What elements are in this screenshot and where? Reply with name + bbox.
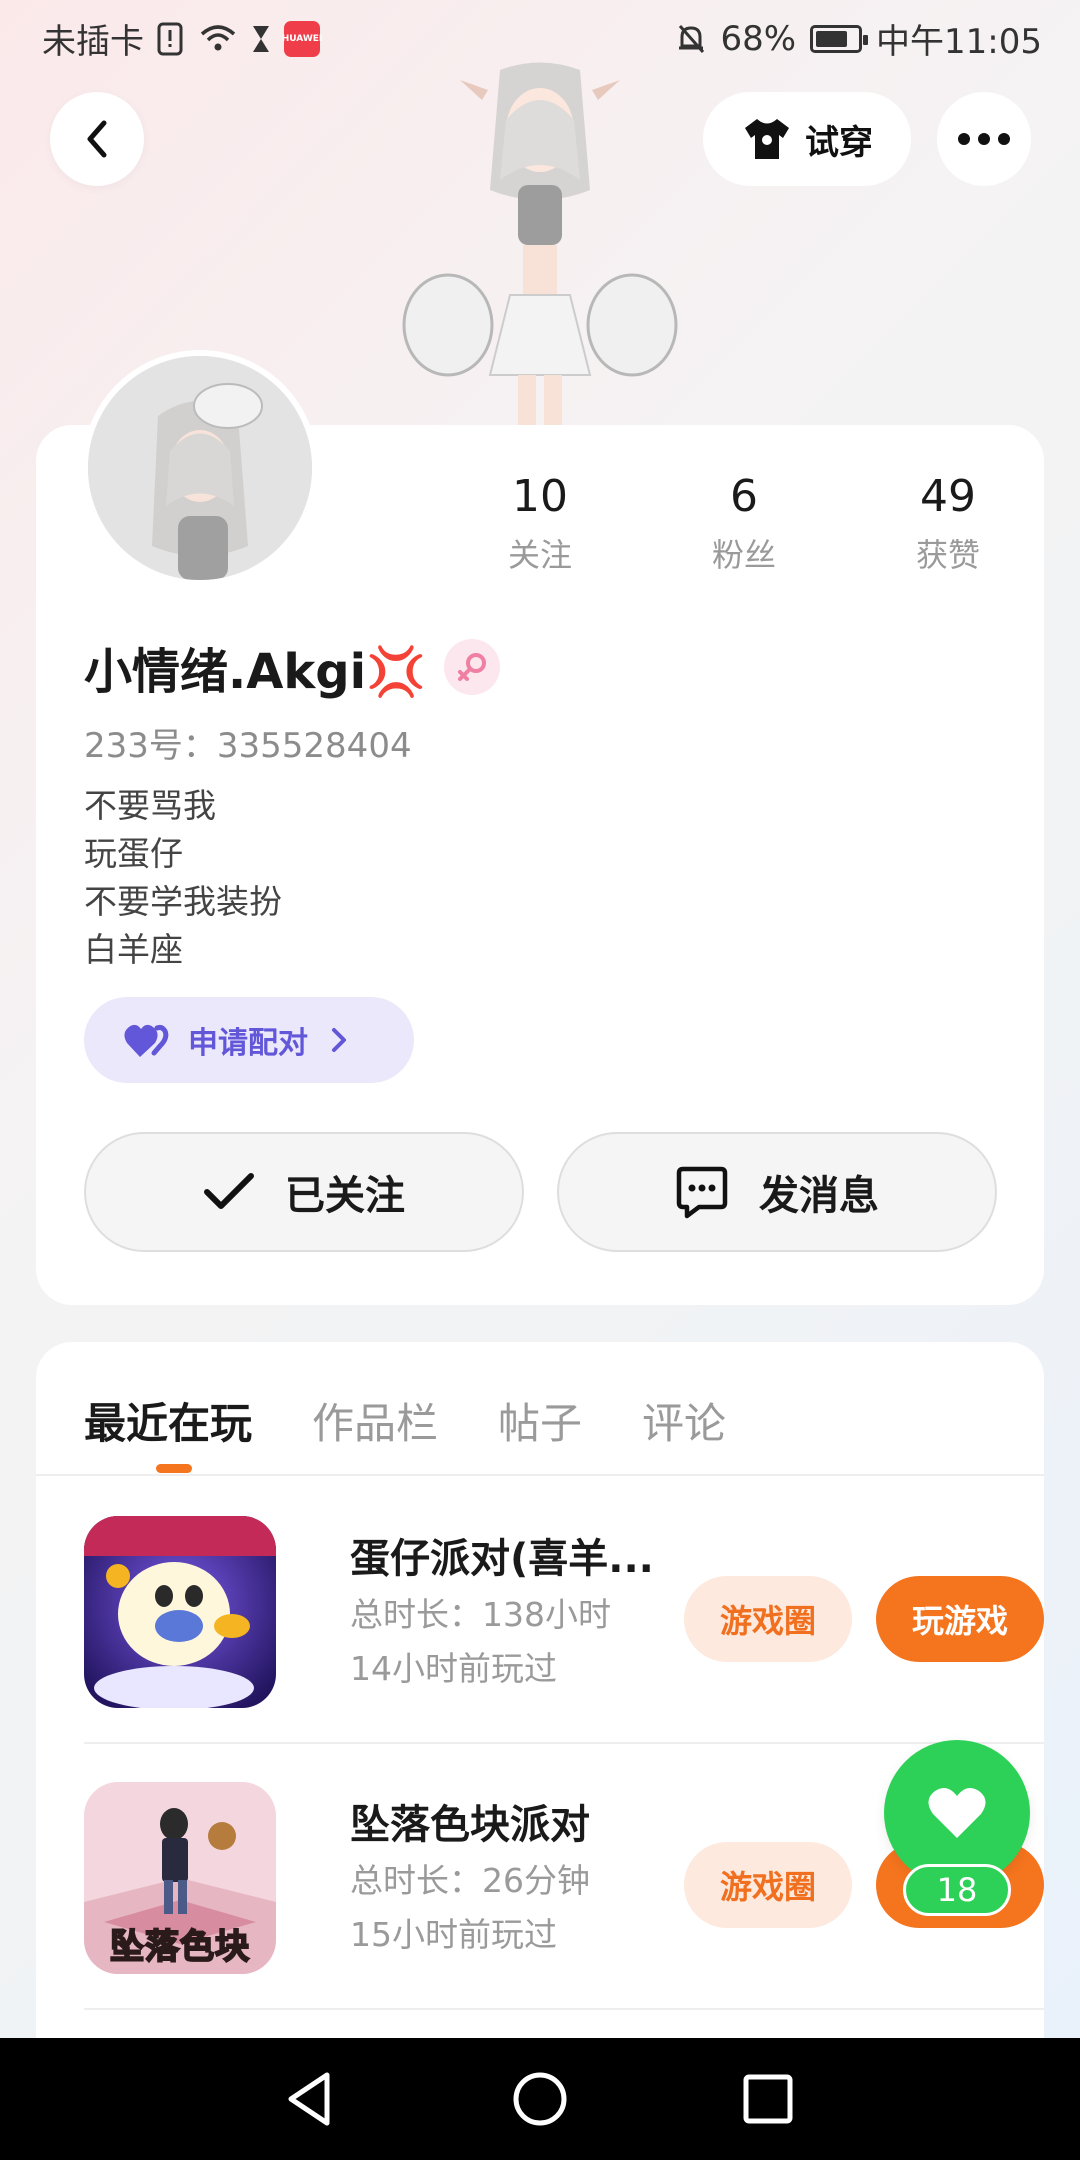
chevron-right-icon (332, 1028, 346, 1052)
check-icon (204, 1173, 254, 1209)
battery-percent: 68% (720, 18, 797, 59)
stat-followers[interactable]: 6 粉丝 (654, 470, 834, 576)
chevron-left-icon (87, 120, 107, 158)
row-divider (84, 2008, 1044, 2010)
game-icon-eggy-party[interactable] (84, 1516, 276, 1708)
avatar-figure-image (402, 62, 678, 425)
like-count: 18 (903, 1864, 1011, 1916)
stat-value: 6 (730, 471, 758, 522)
stat-value: 49 (920, 471, 976, 522)
nickname: 小情绪.Akgi💢 (84, 644, 426, 700)
try-on-label: 试穿 (805, 122, 873, 163)
games-card: 最近在玩 作品栏 帖子 评论 蛋仔派对(喜羊... 总时长：138小时 14小时… (36, 1342, 1044, 2042)
mute-bell-icon (679, 24, 705, 53)
game-title: 坠落色块派对 (350, 1802, 590, 1848)
bio-line: 玩蛋仔 (84, 834, 183, 873)
profile-stats: 10 关注 6 粉丝 49 获赞 (450, 470, 1050, 590)
tab-works[interactable]: 作品栏 (312, 1390, 438, 1451)
play-game-button[interactable]: 玩游戏 (876, 1576, 1044, 1662)
bio-line: 不要骂我 (84, 786, 216, 825)
circle-home-icon (513, 2072, 567, 2126)
game-title: 蛋仔派对(喜羊... (350, 1536, 654, 1582)
female-gender-icon (443, 639, 500, 695)
nav-back-button[interactable] (276, 2066, 342, 2132)
message-bubble-icon (676, 1166, 728, 1219)
stat-label: 粉丝 (711, 536, 776, 574)
tab-active-indicator (156, 1464, 192, 1473)
more-dots-icon (958, 133, 1010, 145)
send-message-label: 发消息 (759, 1173, 879, 1219)
send-message-button[interactable]: 发消息 (557, 1132, 997, 1252)
game-last-played: 14小时前玩过 (350, 1649, 557, 1688)
bio: 不要骂我 玩蛋仔 不要学我装扮 白羊座 (84, 782, 282, 974)
back-button[interactable] (50, 92, 144, 186)
stat-value: 10 (512, 471, 568, 522)
game-icon-falling-blocks[interactable]: 坠落色块 (84, 1782, 276, 1974)
tab-posts[interactable]: 帖子 (498, 1390, 582, 1451)
sim-alert-icon (157, 22, 183, 55)
nav-home-button[interactable] (507, 2066, 573, 2132)
status-time: 中午11:05 (876, 22, 1042, 62)
stat-label: 获赞 (915, 536, 980, 574)
heart-icon (928, 1787, 986, 1838)
content-tabs: 最近在玩 作品栏 帖子 评论 (84, 1390, 726, 1451)
game-icon-caption: 坠落色块 (109, 1926, 250, 1968)
game-duration: 总时长：138小时 (350, 1595, 611, 1634)
game-last-played: 15小时前玩过 (350, 1915, 557, 1954)
avatar[interactable] (82, 350, 318, 586)
tshirt-icon (745, 119, 789, 159)
bio-line: 不要学我装扮 (84, 882, 282, 921)
account-id: 233号：335528404 (84, 726, 412, 766)
tab-comments[interactable]: 评论 (642, 1390, 726, 1451)
game-circle-button[interactable]: 游戏圈 (684, 1576, 852, 1662)
double-heart-icon (124, 1024, 169, 1057)
nickname-row: 小情绪.Akgi💢 (84, 632, 500, 702)
system-navigation-bar (0, 2038, 1080, 2160)
huawei-app-icon: HUAWEI (282, 20, 322, 57)
stat-likes[interactable]: 49 获赞 (858, 470, 1038, 576)
triangle-back-icon (288, 2072, 330, 2126)
stat-label: 关注 (507, 536, 572, 574)
square-recents-icon (743, 2074, 793, 2124)
stat-following[interactable]: 10 关注 (450, 470, 630, 576)
nav-recents-button[interactable] (735, 2066, 801, 2132)
list-item[interactable]: 蛋仔派对(喜羊... 总时长：138小时 14小时前玩过 游戏圈 玩游戏 (84, 1476, 1044, 1742)
tab-recently-played[interactable]: 最近在玩 (84, 1390, 252, 1451)
apply-pair-label: 申请配对 (188, 1026, 308, 1061)
avatar-image (88, 356, 312, 580)
more-options-button[interactable] (937, 92, 1031, 186)
game-circle-button[interactable]: 游戏圈 (684, 1842, 852, 1928)
battery-icon (810, 24, 869, 53)
hourglass-icon (253, 25, 269, 52)
wifi-icon (200, 24, 236, 50)
followed-button[interactable]: 已关注 (84, 1132, 524, 1252)
followed-label: 已关注 (285, 1173, 405, 1219)
bio-line: 白羊座 (84, 930, 183, 969)
apply-pair-button[interactable]: 申请配对 (84, 997, 414, 1083)
game-duration: 总时长：26分钟 (350, 1861, 590, 1900)
try-on-button[interactable]: 试穿 (703, 92, 911, 186)
carrier-text: 未插卡 (42, 22, 144, 62)
